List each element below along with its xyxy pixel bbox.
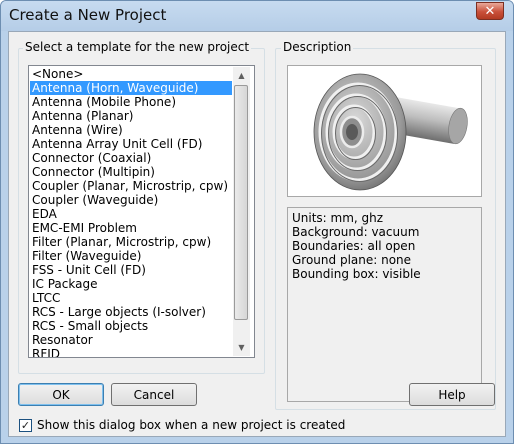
description-line: Ground plane: none [292, 253, 412, 267]
scroll-thumb[interactable] [234, 85, 248, 320]
description-line: Bounding box: visible [292, 267, 421, 281]
template-list-item[interactable]: Coupler (Waveguide) [30, 193, 232, 207]
description-line: Units: mm, ghz [292, 211, 384, 225]
template-list-item[interactable]: Coupler (Planar, Microstrip, cpw) [30, 179, 232, 193]
description-group-label: Description [281, 40, 354, 54]
close-icon: ✕ [484, 3, 496, 19]
close-button[interactable]: ✕ [476, 2, 504, 20]
checkmark-icon: ✓ [20, 419, 31, 432]
dialog-body: Select a template for the new project <N… [8, 31, 506, 437]
help-button[interactable]: Help [409, 383, 495, 406]
template-preview [287, 65, 482, 197]
show-dialog-label[interactable]: Show this dialog box when a new project … [37, 418, 345, 432]
description-text: Units: mm, ghz Background: vacuum Bounda… [287, 207, 482, 402]
chevron-up-icon: ▲ [238, 71, 245, 80]
template-list-item[interactable]: Antenna (Horn, Waveguide) [30, 81, 232, 95]
template-list-item[interactable]: FSS - Unit Cell (FD) [30, 263, 232, 277]
template-list-item[interactable]: RCS - Small objects [30, 319, 232, 333]
template-list-item[interactable]: <None> [30, 67, 232, 81]
scroll-down-button[interactable]: ▼ [233, 339, 250, 356]
scroll-up-button[interactable]: ▲ [233, 67, 250, 84]
ok-button[interactable]: OK [18, 383, 104, 406]
template-list-item[interactable]: Filter (Planar, Microstrip, cpw) [30, 235, 232, 249]
template-list-item[interactable]: Antenna Array Unit Cell (FD) [30, 137, 232, 151]
template-list-item[interactable]: RFID [30, 347, 232, 357]
description-line: Background: vacuum [292, 225, 420, 239]
template-list-item[interactable]: Antenna (Mobile Phone) [30, 95, 232, 109]
dialog-window: Create a New Project ✕ Select a template… [0, 0, 514, 444]
chevron-down-icon: ▼ [238, 343, 245, 352]
template-list-item[interactable]: Resonator [30, 333, 232, 347]
template-group-label: Select a template for the new project [23, 40, 252, 54]
template-list-item[interactable]: RCS - Large objects (I-solver) [30, 305, 232, 319]
template-list-item[interactable]: Filter (Waveguide) [30, 249, 232, 263]
template-list-item[interactable]: Connector (Coaxial) [30, 151, 232, 165]
description-line: Boundaries: all open [292, 239, 416, 253]
template-list-item[interactable]: IC Package [30, 277, 232, 291]
horn-antenna-preview-icon [313, 73, 468, 191]
template-list-scrollbar[interactable]: ▲ ▼ [233, 67, 250, 356]
dialog-title: Create a New Project [9, 6, 167, 24]
template-list-item[interactable]: EMC-EMI Problem [30, 221, 232, 235]
template-list-item[interactable]: EDA [30, 207, 232, 221]
cancel-button[interactable]: Cancel [111, 383, 197, 406]
show-dialog-checkbox[interactable]: ✓ [19, 419, 32, 432]
template-list-item[interactable]: LTCC [30, 291, 232, 305]
template-list-item[interactable]: Antenna (Planar) [30, 109, 232, 123]
title-bar[interactable]: Create a New Project ✕ [1, 1, 513, 31]
template-list[interactable]: <None> Antenna (Horn, Waveguide) Antenna (… [28, 65, 255, 358]
template-list-items: <None> Antenna (Horn, Waveguide) Antenna (… [30, 67, 232, 357]
template-list-item[interactable]: Connector (Multipin) [30, 165, 232, 179]
template-list-item[interactable]: Antenna (Wire) [30, 123, 232, 137]
